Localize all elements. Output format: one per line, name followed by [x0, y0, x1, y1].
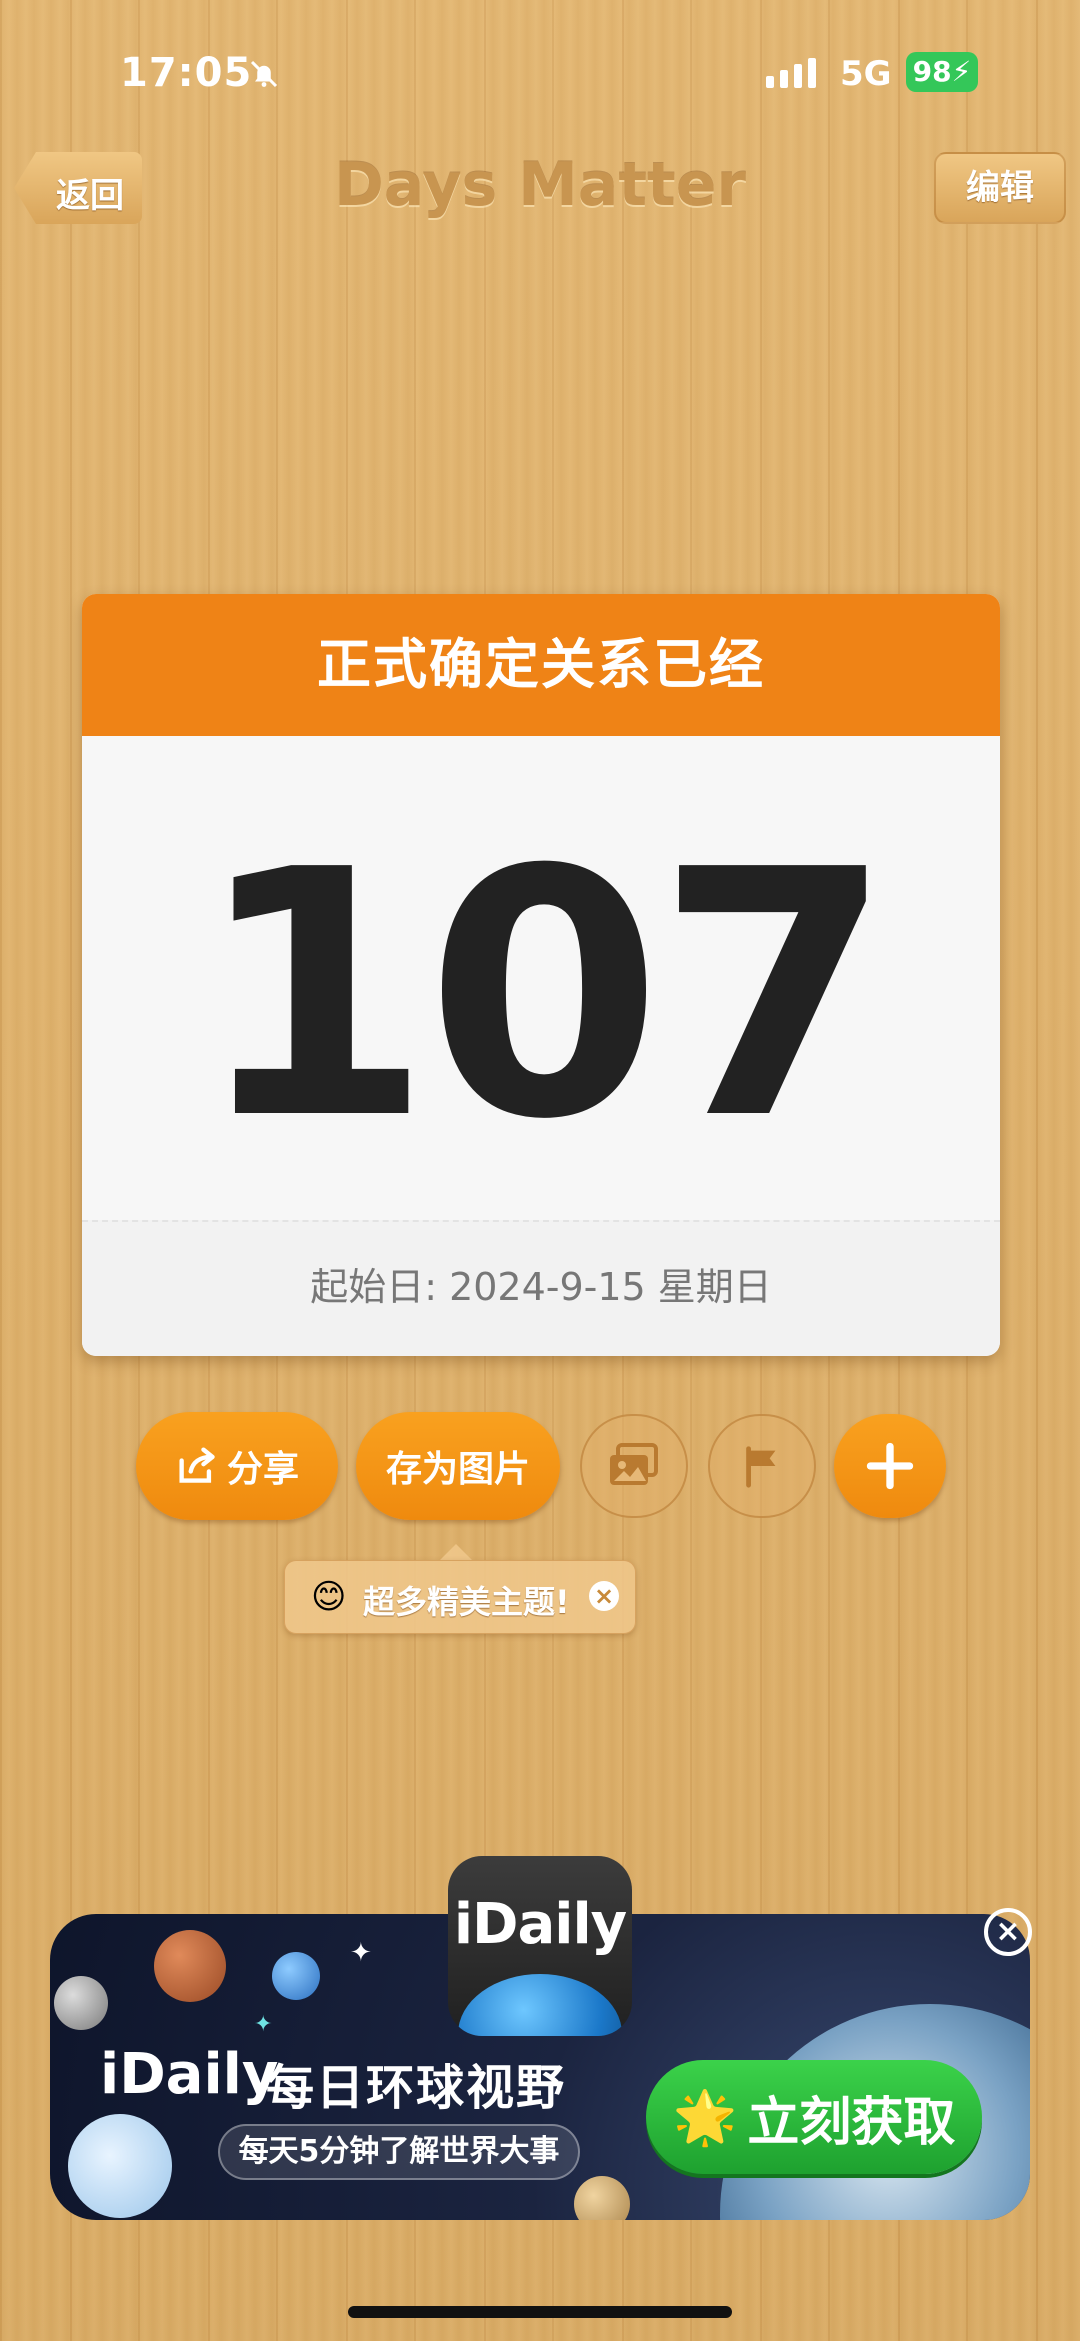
plus-icon	[866, 1442, 914, 1490]
flag-button[interactable]	[708, 1414, 816, 1518]
bell-muted-icon	[250, 60, 278, 88]
theme-tooltip[interactable]: 😊 超多精美主题! ×	[284, 1560, 636, 1634]
ad-cta-label: 立刻获取	[747, 2092, 956, 2153]
idaily-app-logo: iDaily	[448, 1856, 632, 2036]
save-image-button[interactable]: 存为图片	[356, 1412, 560, 1520]
saturn-planet	[574, 2176, 630, 2220]
star-sparkle: ✦	[254, 2012, 273, 2037]
share-icon	[179, 1447, 215, 1483]
image-icon	[610, 1443, 658, 1485]
home-indicator[interactable]	[348, 2306, 732, 2318]
edit-button[interactable]: 编辑	[934, 152, 1066, 224]
astronaut-mascot	[68, 2114, 172, 2218]
flag-icon	[746, 1446, 776, 1488]
add-button[interactable]	[834, 1414, 946, 1518]
smile-emoji: 😊	[311, 1577, 347, 1617]
star-icon: 🌟	[672, 2087, 738, 2148]
days-card[interactable]: 正式确定关系已经 107 起始日: 2024-9-15 星期日	[82, 594, 1000, 1356]
event-title: 正式确定关系已经	[82, 594, 1000, 736]
share-label: 分享	[226, 1449, 299, 1490]
share-button[interactable]: 分享	[136, 1412, 338, 1520]
logo-text: iDaily	[453, 1892, 627, 1957]
theme-button[interactable]	[580, 1414, 688, 1518]
tooltip-close-icon[interactable]: ×	[589, 1581, 619, 1611]
battery-level: 98	[912, 55, 952, 88]
ad-subline: 每天5分钟了解世界大事	[218, 2124, 580, 2180]
start-date: 起始日: 2024-9-15 星期日	[82, 1220, 1000, 1356]
status-time: 17:05	[120, 50, 253, 96]
ad-brand: iDaily	[100, 2042, 279, 2107]
star-sparkle: ✦	[350, 1938, 372, 1968]
ad-get-now-button[interactable]: 🌟 立刻获取	[646, 2060, 982, 2174]
page-title: Days Matter	[333, 150, 746, 220]
battery-indicator: 98⚡	[906, 52, 978, 92]
mars-planet	[154, 1930, 226, 2002]
network-type: 5G	[840, 54, 892, 94]
days-count: 107	[195, 798, 893, 1194]
ad-headline: 每日环球视野	[266, 2060, 567, 2116]
tooltip-arrow	[440, 1544, 472, 1560]
neptune-planet	[272, 1952, 320, 2000]
tooltip-text: 超多精美主题!	[363, 1583, 570, 1621]
moon-planet	[54, 1976, 108, 2030]
signal-icon	[766, 58, 816, 88]
ad-close-icon[interactable]: ×	[984, 1908, 1032, 1956]
globe-icon	[458, 1974, 622, 2036]
